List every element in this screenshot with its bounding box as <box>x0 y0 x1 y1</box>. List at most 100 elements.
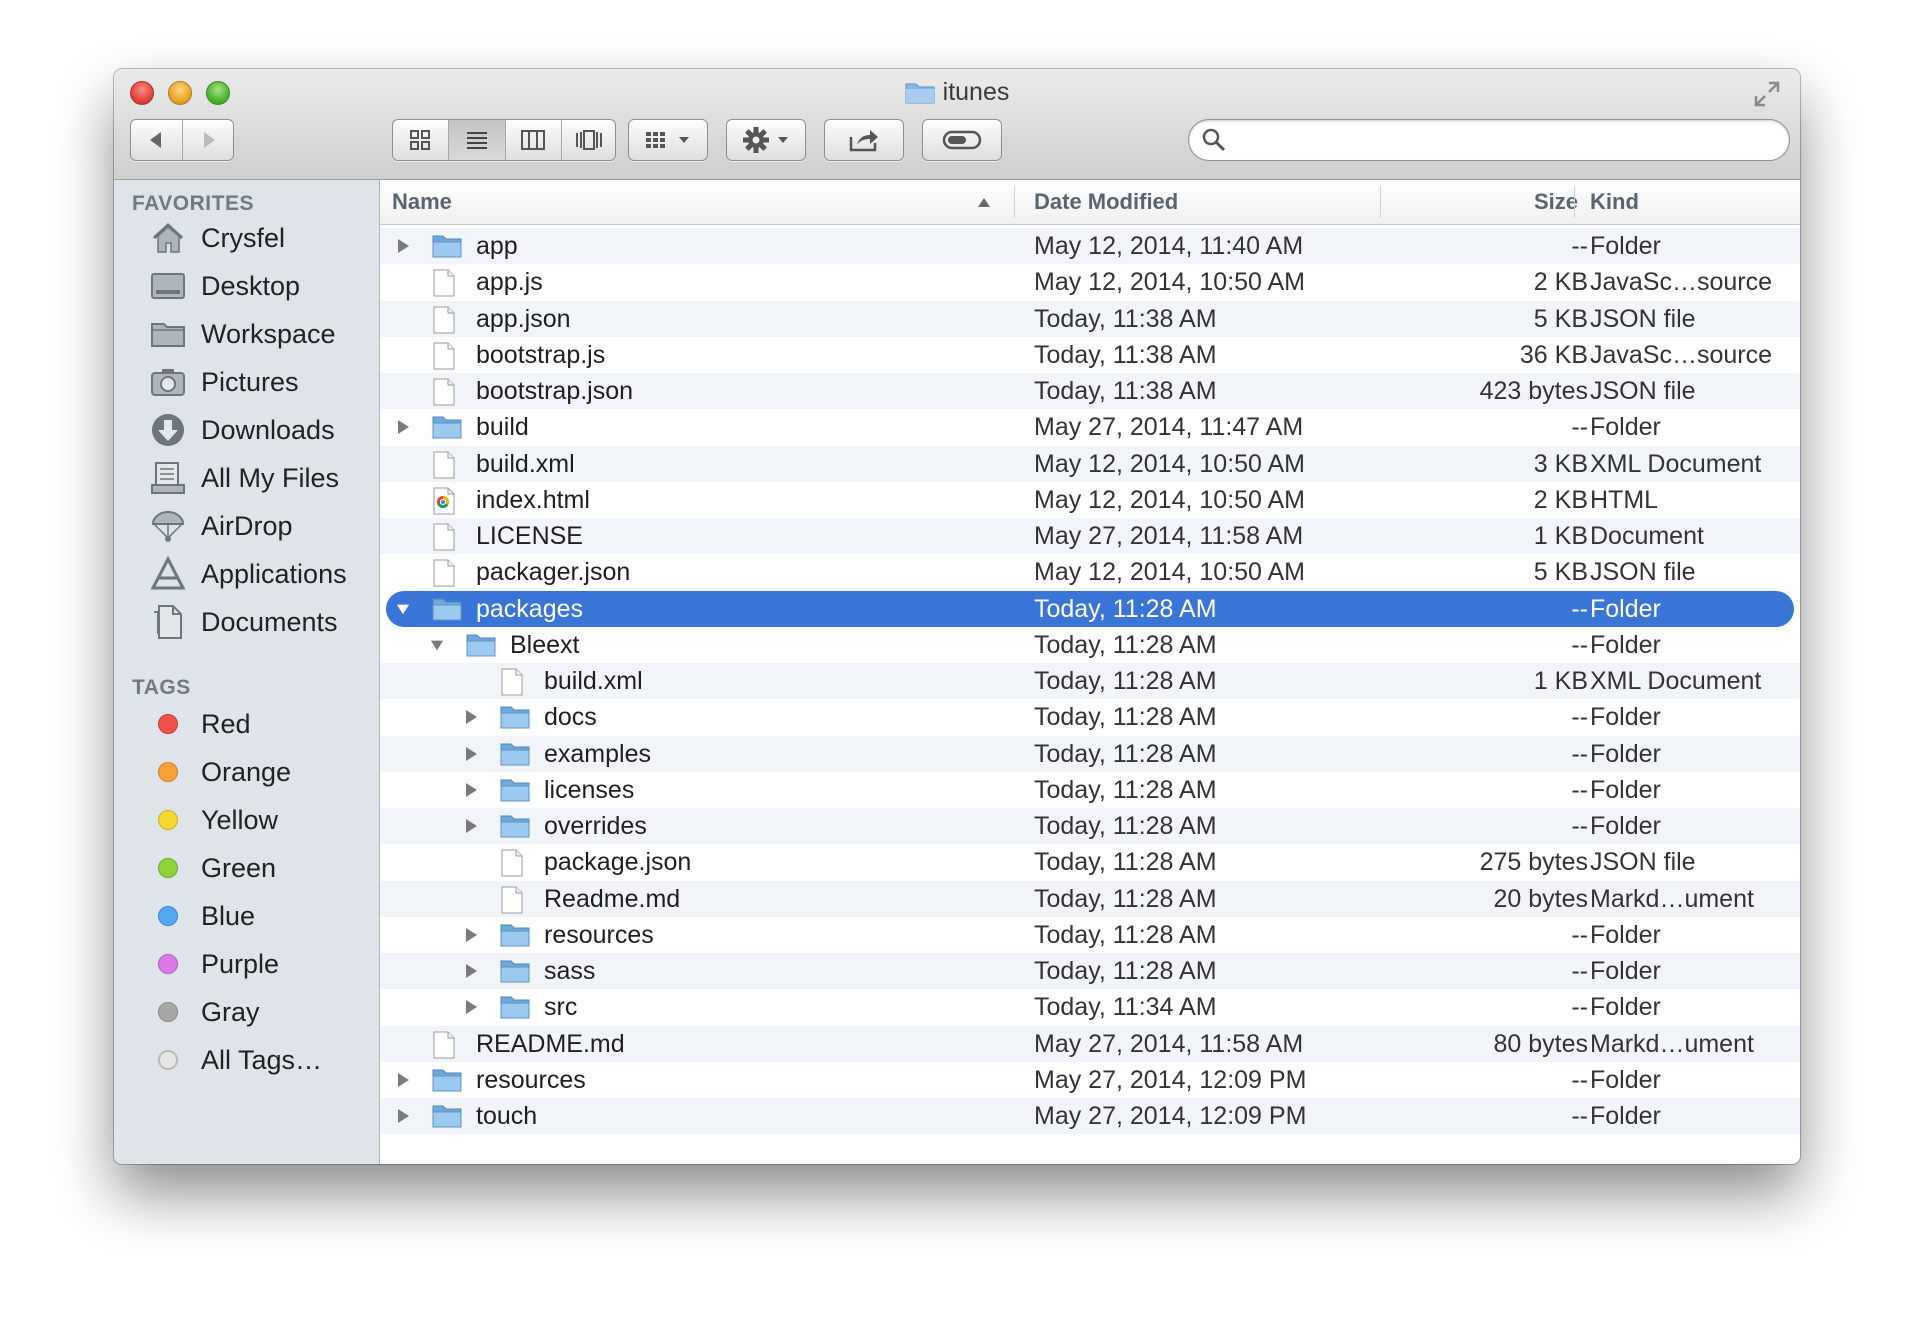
documents-icon <box>148 602 188 642</box>
sidebar-item-workspace[interactable]: Workspace <box>114 312 380 356</box>
file-row[interactable]: bootstrap.json Today, 11:38 AM 423 bytes JS… <box>380 373 1800 410</box>
disclosure-closed-icon[interactable] <box>464 736 478 772</box>
disclosure-closed-icon[interactable] <box>396 228 410 264</box>
disclosure-closed-icon[interactable] <box>396 409 410 445</box>
folder-row[interactable]: Bleext Today, 11:28 AM -- Folder <box>380 627 1800 663</box>
file-row[interactable]: index.html May 12, 2014, 10:50 AM 2 KB HTML <box>380 482 1800 518</box>
row-name: LICENSE <box>476 522 583 550</box>
column-header-label: Name <box>392 189 452 214</box>
column-header-name[interactable]: Name <box>392 180 1002 224</box>
folder-icon <box>500 704 530 730</box>
column-header-date[interactable]: Date Modified <box>1034 180 1354 224</box>
tag-button[interactable] <box>922 119 1002 161</box>
folder-icon <box>432 1067 462 1093</box>
file-row[interactable]: build.xml Today, 11:28 AM 1 KB XML Document <box>380 663 1800 700</box>
disclosure-open-icon[interactable] <box>396 591 410 627</box>
file-row[interactable]: README.md May 27, 2014, 11:58 AM 80 bytes M… <box>380 1025 1800 1062</box>
sidebar-tag-red[interactable]: Red <box>114 702 380 746</box>
disclosure-closed-icon[interactable] <box>464 772 478 808</box>
row-name: Readme.md <box>544 884 681 913</box>
icon-view-button[interactable] <box>393 120 449 160</box>
action-button[interactable] <box>726 119 806 161</box>
folder-row[interactable]: app May 12, 2014, 11:40 AM -- Folder <box>380 228 1800 265</box>
file-row[interactable]: Readme.md Today, 11:28 AM 20 bytes Markd…um… <box>380 880 1800 917</box>
file-row[interactable]: bootstrap.js Today, 11:38 AM 36 KB JavaSc…s… <box>380 337 1800 373</box>
sidebar-item-all-my-files[interactable]: All My Files <box>114 456 380 500</box>
disclosure-closed-icon[interactable] <box>396 1062 410 1098</box>
disclosure-closed-icon[interactable] <box>464 953 478 989</box>
sidebar-item-label: Workspace <box>201 318 336 349</box>
finder-window: itunes FAVORITES Crysfel Desktop Workspa… <box>114 69 1800 1164</box>
coverflow-view-button[interactable] <box>562 120 616 160</box>
disclosure-closed-icon[interactable] <box>464 699 478 735</box>
sidebar-item-applications[interactable]: Applications <box>114 552 380 596</box>
row-size: -- <box>1571 413 1588 442</box>
column-divider[interactable] <box>1014 186 1015 218</box>
file-row[interactable]: LICENSE May 27, 2014, 11:58 AM 1 KB Documen… <box>380 518 1800 555</box>
sidebar-tag-green[interactable]: Green <box>114 846 380 890</box>
row-date-modified: Today, 11:28 AM <box>1034 957 1217 985</box>
folder-row[interactable]: src Today, 11:34 AM -- Folder <box>380 989 1800 1025</box>
search-field[interactable] <box>1188 119 1790 161</box>
folder-row[interactable]: build May 27, 2014, 11:47 AM -- Folder <box>380 409 1800 445</box>
share-button[interactable] <box>824 119 904 161</box>
sidebar-item-label: Purple <box>201 948 280 979</box>
folder-row[interactable]: resources Today, 11:28 AM -- Folder <box>380 917 1800 953</box>
folder-row[interactable]: docs Today, 11:28 AM -- Folder <box>380 699 1800 735</box>
row-date-modified: Today, 11:28 AM <box>1034 775 1217 804</box>
sidebar-item-desktop[interactable]: Desktop <box>114 264 380 308</box>
view-switcher <box>392 119 616 161</box>
disclosure-closed-icon[interactable] <box>396 1098 410 1134</box>
row-size: 3 KB <box>1533 449 1588 478</box>
sidebar-item-label: Documents <box>201 606 338 637</box>
back-button[interactable] <box>130 120 183 160</box>
file-row[interactable]: packager.json May 12, 2014, 10:50 AM 5 KB J… <box>380 554 1800 590</box>
row-date-modified: Today, 11:34 AM <box>1034 993 1217 1022</box>
sidebar-item-downloads[interactable]: Downloads <box>114 408 380 452</box>
column-divider[interactable] <box>1380 186 1381 218</box>
file-row[interactable]: package.json Today, 11:28 AM 275 bytes JSON… <box>380 844 1800 880</box>
file-row[interactable]: app.json Today, 11:38 AM 5 KB JSON file <box>380 300 1800 337</box>
sidebar-item-label: Blue <box>201 900 256 931</box>
sidebar-item-airdrop[interactable]: AirDrop <box>114 504 380 548</box>
file-row[interactable]: app.js May 12, 2014, 10:50 AM 2 KB JavaSc…s… <box>380 264 1800 300</box>
disclosure-closed-icon[interactable] <box>464 917 478 953</box>
sidebar-item-crysfel[interactable]: Crysfel <box>114 216 380 260</box>
column-header-kind[interactable]: Kind <box>1590 180 1790 224</box>
sidebar-item-documents[interactable]: Documents <box>114 600 380 644</box>
sidebar-tag-orange[interactable]: Orange <box>114 750 380 794</box>
column-divider[interactable] <box>1574 186 1575 218</box>
search-input[interactable] <box>1237 126 1781 156</box>
folder-row[interactable]: licenses Today, 11:28 AM -- Folder <box>380 772 1800 808</box>
fullscreen-icon[interactable] <box>1752 79 1782 109</box>
disclosure-open-icon[interactable] <box>430 627 444 663</box>
folder-row[interactable]: sass Today, 11:28 AM -- Folder <box>380 953 1800 990</box>
folder-row[interactable]: examples Today, 11:28 AM -- Folder <box>380 735 1800 772</box>
row-name: packager.json <box>476 558 631 587</box>
sidebar-item-pictures[interactable]: Pictures <box>114 360 380 404</box>
sidebar-tag-yellow[interactable]: Yellow <box>114 798 380 842</box>
disclosure-closed-icon[interactable] <box>464 989 478 1025</box>
row-date-modified: Today, 11:28 AM <box>1034 703 1217 732</box>
list-view-button[interactable] <box>448 120 506 160</box>
folder-icon <box>148 314 188 354</box>
column-view-button[interactable] <box>506 120 562 160</box>
folder-row[interactable]: overrides Today, 11:28 AM -- Folder <box>380 808 1800 845</box>
folder-row[interactable]: packages Today, 11:28 AM -- Folder <box>380 590 1800 628</box>
sidebar-tag-blue[interactable]: Blue <box>114 894 380 938</box>
sidebar-tag-gray[interactable]: Gray <box>114 990 380 1034</box>
row-size: -- <box>1571 775 1588 804</box>
file-row[interactable]: build.xml May 12, 2014, 10:50 AM 3 KB XML D… <box>380 445 1800 482</box>
sidebar-all-tags[interactable]: All Tags… <box>114 1038 380 1082</box>
forward-button[interactable] <box>183 120 234 160</box>
folder-row[interactable]: touch May 27, 2014, 12:09 PM -- Folder <box>380 1098 1800 1135</box>
row-size: -- <box>1571 993 1588 1022</box>
column-header-size[interactable]: Size <box>1390 180 1578 224</box>
sidebar-tag-purple[interactable]: Purple <box>114 942 380 986</box>
arrange-button[interactable] <box>628 119 708 161</box>
folder-icon <box>500 958 530 984</box>
disclosure-closed-icon[interactable] <box>464 808 478 844</box>
tag-dot-icon <box>158 906 178 926</box>
row-kind: Folder <box>1590 1102 1661 1130</box>
folder-row[interactable]: resources May 27, 2014, 12:09 PM -- Folder <box>380 1062 1800 1098</box>
